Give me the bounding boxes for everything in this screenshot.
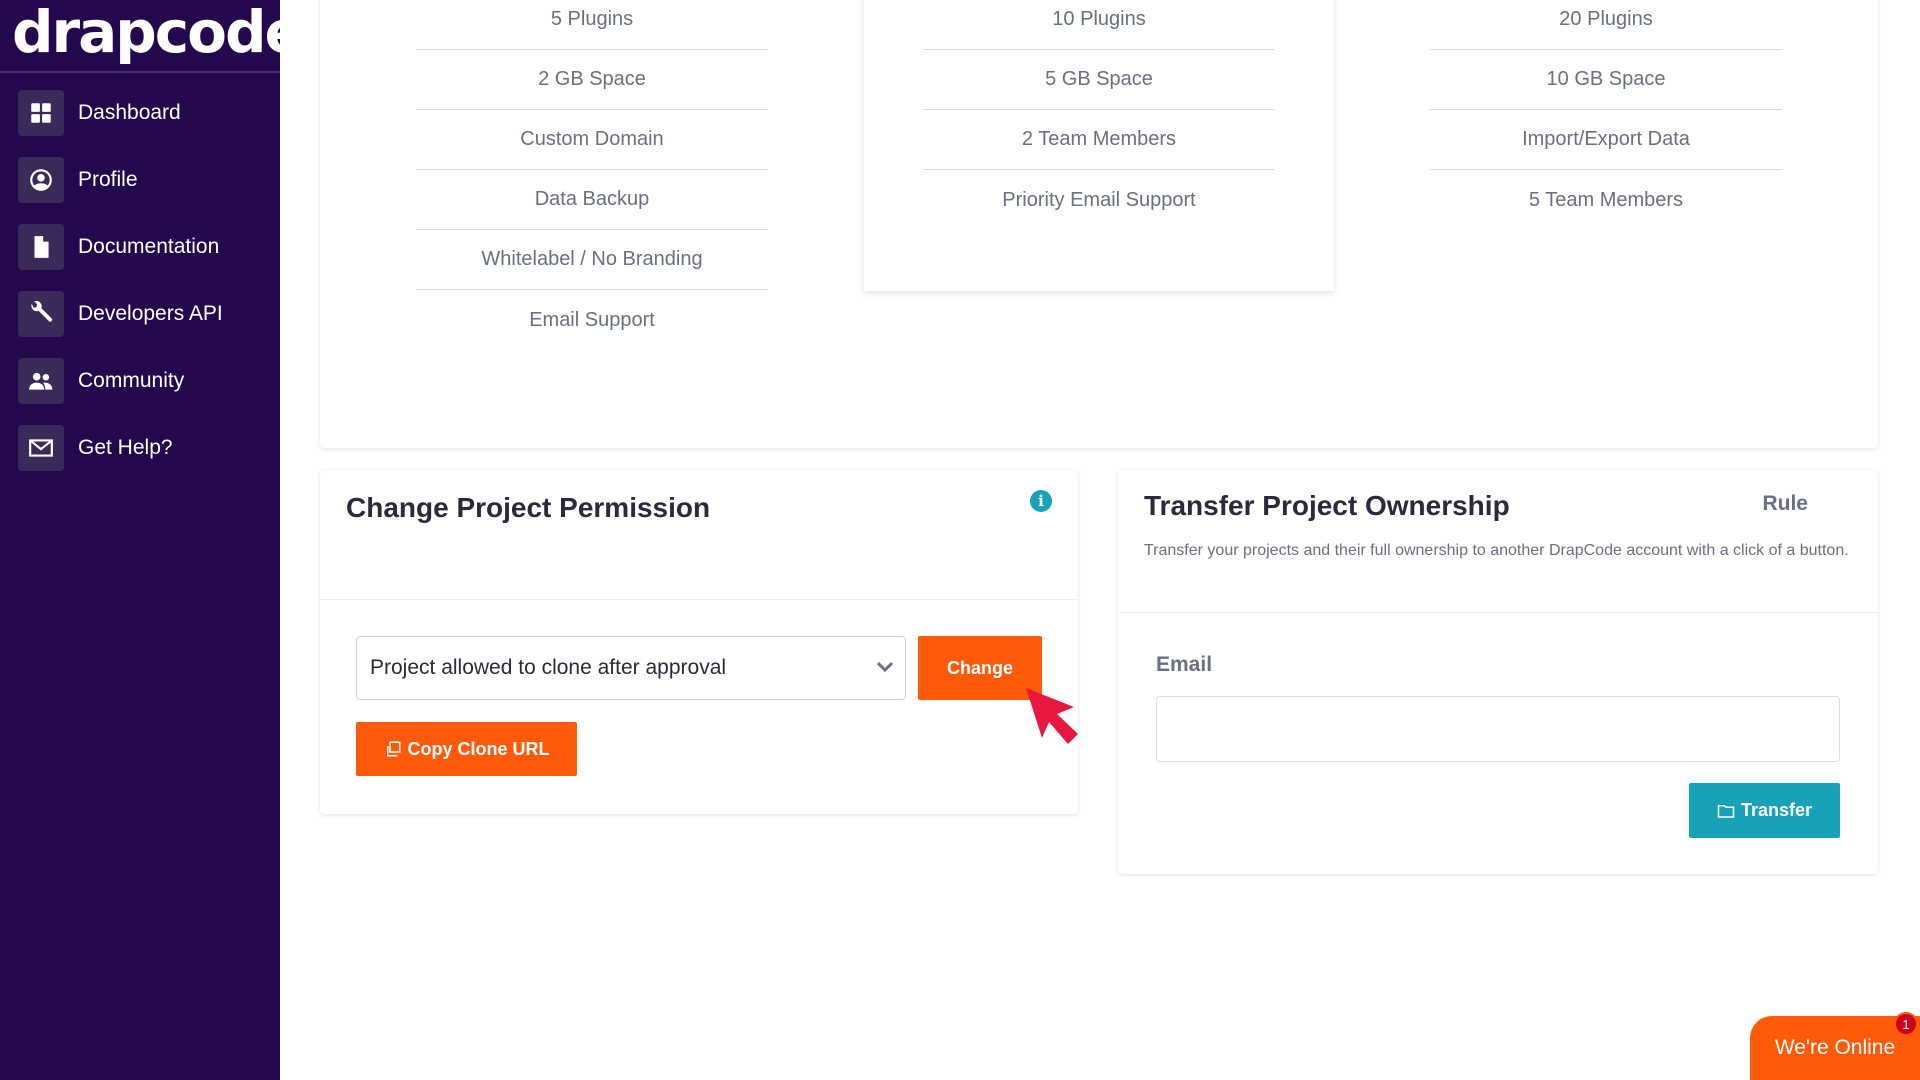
chat-notification-badge: 1 [1894, 1012, 1918, 1036]
card-header: Transfer Project Ownership Rule Transfer… [1118, 470, 1878, 613]
dashboard-icon [18, 89, 64, 136]
change-permission-card: Change Project Permission i Project allo… [320, 470, 1078, 814]
document-icon [18, 223, 64, 270]
plan-feature: Whitelabel / No Branding [416, 230, 768, 290]
plan-feature: 5 GB Space [923, 50, 1275, 110]
info-icon[interactable]: i [1030, 490, 1052, 512]
main-content: 5 Plugins 2 GB Space Custom Domain Data … [280, 0, 1920, 1080]
card-header: Change Project Permission i [320, 470, 1078, 600]
plan-feature: Data Backup [416, 170, 768, 230]
sidebar-item-label: Community [78, 368, 185, 392]
folder-icon [1717, 804, 1735, 818]
user-circle-icon [18, 156, 64, 203]
email-label: Email [1156, 653, 1213, 676]
sidebar-item-label: Profile [78, 167, 138, 191]
pricing-plans: 5 Plugins 2 GB Space Custom Domain Data … [320, 0, 1878, 448]
transfer-label: Transfer [1740, 800, 1813, 820]
plan-feature: 5 Team Members [1528, 188, 1684, 211]
plan-feature: Custom Domain [416, 110, 768, 170]
plan-feature: 2 Team Members [923, 110, 1275, 170]
plan-feature: 10 GB Space [1430, 50, 1782, 110]
card-title: Transfer Project Ownership [1144, 490, 1510, 521]
envelope-icon [18, 424, 64, 471]
rule-link[interactable]: Rule [1762, 492, 1808, 516]
sidebar-item-label: Get Help? [78, 435, 173, 459]
plan-feature: Email Support [529, 308, 655, 331]
plan-column: 10 Plugins 5 GB Space 2 Team Members Pri… [864, 0, 1334, 291]
logo-text: drapcode [12, 0, 304, 66]
plan-feature: Import/Export Data [1430, 110, 1782, 170]
sidebar-item-community[interactable]: Community [0, 347, 280, 414]
transfer-description: Transfer your projects and their full ow… [1144, 542, 1849, 559]
email-field[interactable] [1156, 696, 1840, 762]
transfer-button[interactable]: Transfer [1689, 783, 1840, 838]
transfer-ownership-card: Transfer Project Ownership Rule Transfer… [1118, 470, 1878, 874]
sidebar-item-label: Dashboard [78, 100, 181, 124]
copy-icon [386, 741, 400, 757]
card-title: Change Project Permission [346, 492, 711, 523]
copy-clone-url-button[interactable]: Copy Clone URL [356, 722, 577, 776]
sidebar-item-profile[interactable]: Profile [0, 146, 280, 213]
wrench-icon [18, 290, 64, 337]
plan-feature: 10 Plugins [923, 0, 1275, 50]
plan-feature: 20 Plugins [1430, 0, 1782, 50]
copy-clone-url-label: Copy Clone URL [407, 738, 550, 759]
logo[interactable]: drapcode [0, 0, 304, 73]
permission-select[interactable]: Project allowed to clone after approval [356, 636, 906, 700]
cursor-arrow-icon [1026, 688, 1078, 744]
sidebar-item-developers-api[interactable]: Developers API [0, 280, 280, 347]
sidebar-item-label: Developers API [78, 301, 223, 325]
sidebar-item-documentation[interactable]: Documentation [0, 213, 280, 280]
sidebar-item-get-help[interactable]: Get Help? [0, 414, 280, 481]
plan-column: 20 Plugins 10 GB Space Import/Export Dat… [1371, 0, 1841, 230]
plan-feature: 5 Plugins [416, 0, 768, 50]
permission-select-value: Project allowed to clone after approval [370, 656, 727, 679]
plan-feature: Priority Email Support [1002, 188, 1196, 211]
chat-widget-label: We're Online [1774, 1036, 1896, 1059]
sidebar-nav: Dashboard Profile Documentation Develope… [0, 79, 280, 481]
sidebar: drapcode Dashboard Profile Documentation… [0, 0, 304, 1080]
sidebar-item-label: Documentation [78, 234, 220, 258]
sidebar-item-dashboard[interactable]: Dashboard [0, 79, 280, 146]
plan-column: 5 Plugins 2 GB Space Custom Domain Data … [357, 0, 827, 350]
chevron-down-icon [876, 661, 894, 673]
users-icon [18, 357, 64, 404]
plan-feature: 2 GB Space [416, 50, 768, 110]
